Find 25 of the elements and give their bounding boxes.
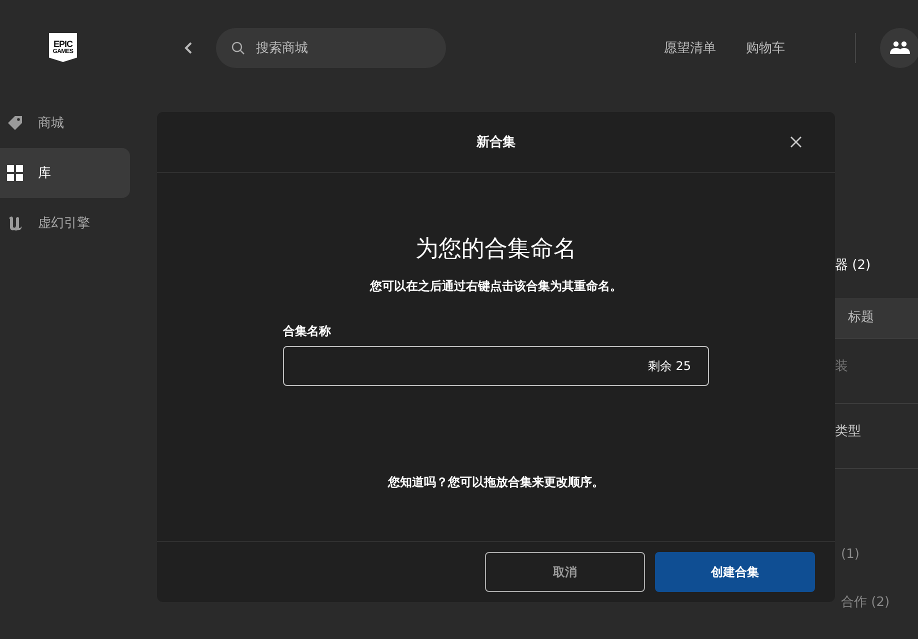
field-label: 合集名称 xyxy=(283,323,332,340)
friends-button[interactable] xyxy=(880,28,918,68)
nav-link[interactable]: 购物车 xyxy=(746,39,785,57)
cancel-button[interactable]: 取消 xyxy=(485,552,645,592)
create-button[interactable]: 创建合集 xyxy=(655,552,815,592)
tip-text: 您知道吗？您可以拖放合集来更改顺序。 xyxy=(388,474,604,491)
dialog-subtitle: 您可以在之后通过右键点击该合集为其重命名。 xyxy=(370,278,622,295)
search-icon xyxy=(231,41,245,55)
close-icon[interactable] xyxy=(790,136,802,148)
sidebar-item[interactable]: 库 xyxy=(0,148,130,198)
filter-item[interactable]: 合作 (2) xyxy=(835,593,918,639)
grid-icon xyxy=(6,164,24,182)
sidebar-item[interactable]: 虚幻引擎 xyxy=(0,198,130,248)
people-icon xyxy=(890,41,910,55)
character-counter: 剩余 25 xyxy=(648,358,691,375)
dialog-heading: 为您的合集命名 xyxy=(416,235,576,264)
tag-icon xyxy=(6,114,24,132)
filter-item[interactable]: 标题 xyxy=(835,298,918,339)
nav-link[interactable]: 愿望清单 xyxy=(664,39,716,57)
search-field[interactable]: 搜索商城 xyxy=(216,28,446,68)
sidebar-item[interactable]: 商城 xyxy=(0,98,130,148)
filter-heading: 器 (2) xyxy=(835,257,872,275)
dialog-title: 新合集 xyxy=(476,134,516,151)
filter-item[interactable]: (1) xyxy=(835,547,918,593)
name-input-field[interactable] xyxy=(283,346,709,386)
